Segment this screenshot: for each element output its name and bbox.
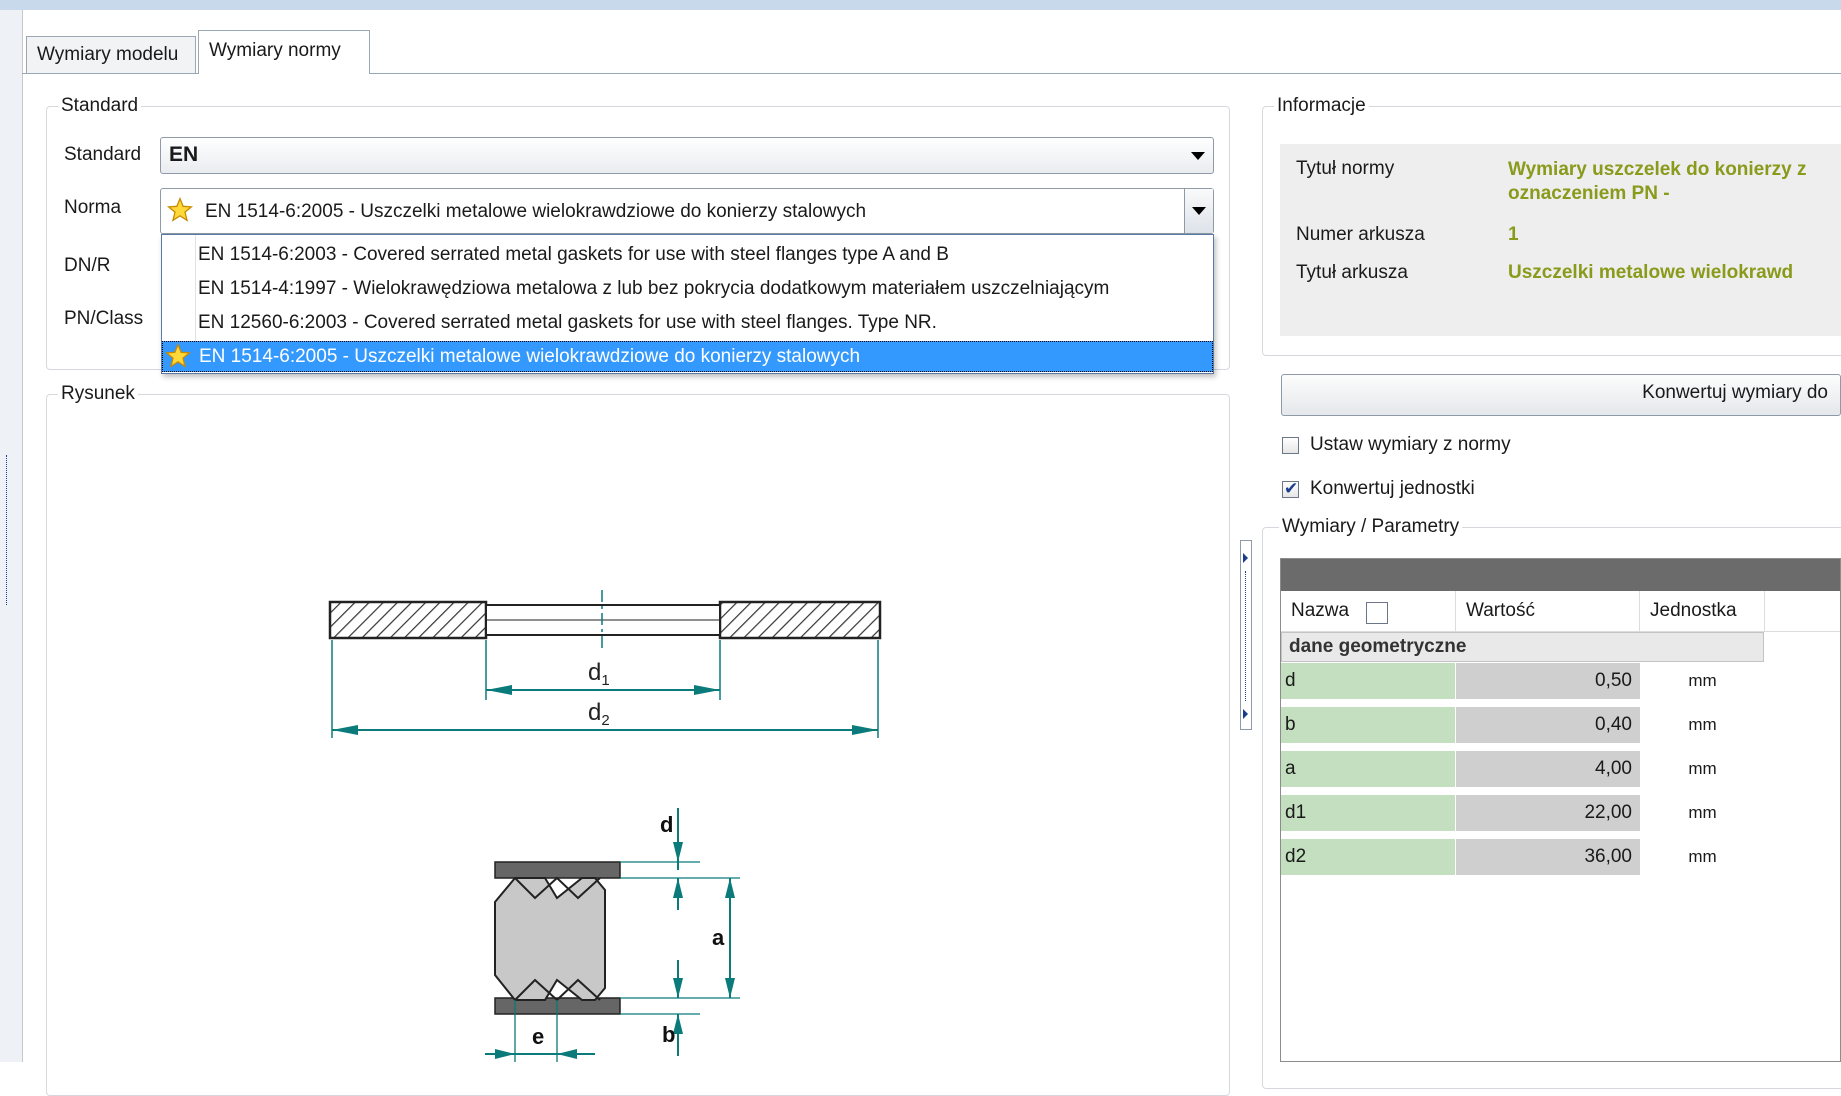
d2-label: d2	[588, 699, 610, 729]
standard-combo-value: EN	[169, 143, 199, 166]
param-name-cell: d	[1281, 663, 1455, 699]
norma-option-selected[interactable]: EN 1514-6:2005 - Uszczelki metalowe wiel…	[162, 341, 1213, 372]
column-header-wartosc[interactable]: Wartość	[1456, 591, 1640, 631]
info-label-sheet-number: Numer arkusza	[1296, 224, 1425, 245]
info-box: Tytuł normy Wymiary uszczelek do konierz…	[1280, 144, 1841, 336]
param-value-cell[interactable]: 36,00	[1456, 839, 1640, 875]
params-grid[interactable]: Nazwa Wartość Jednostka dane geometryczn…	[1280, 558, 1841, 1062]
params-group-legend: Wymiary / Parametry	[1279, 516, 1463, 538]
table-row[interactable]: d2 36,00 mm	[1281, 839, 1765, 875]
grid-header-row: Nazwa Wartość Jednostka	[1281, 591, 1840, 632]
e-label: e	[532, 1024, 544, 1049]
param-unit-cell: mm	[1688, 847, 1717, 866]
checkbox-convert-units-label: Konwertuj jednostki	[1310, 478, 1475, 499]
panel-splitter[interactable]	[1240, 540, 1252, 730]
expand-right-icon	[1243, 553, 1248, 563]
splitter-grip	[1245, 571, 1247, 701]
chevron-down-icon	[1191, 151, 1205, 160]
param-unit-cell: mm	[1688, 759, 1717, 778]
info-value-title: Wymiary uszczelek do konierzy z oznaczen…	[1508, 159, 1807, 204]
table-row[interactable]: d 0,50 mm	[1281, 663, 1765, 701]
param-unit-cell: mm	[1688, 671, 1717, 690]
chevron-down-icon	[1192, 207, 1206, 215]
expand-right-icon	[1243, 709, 1248, 719]
norma-combo[interactable]: EN 1514-6:2005 - Uszczelki metalowe wiel…	[160, 188, 1214, 234]
norma-combo-value: EN 1514-6:2005 - Uszczelki metalowe wiel…	[205, 201, 867, 222]
param-value-cell[interactable]: 0,50	[1456, 663, 1640, 699]
param-name-cell: b	[1281, 707, 1455, 743]
param-value-cell[interactable]: 0,40	[1456, 707, 1640, 743]
convert-dimensions-button[interactable]: Konwertuj wymiary do	[1281, 374, 1841, 416]
grid-group-panel	[1281, 559, 1840, 591]
a-label: a	[712, 925, 725, 950]
info-value-sheet-title: Uszczelki metalowe wielokrawd	[1508, 262, 1794, 283]
drawing-group-legend: Rysunek	[58, 383, 138, 405]
info-value-sheet-number: 1	[1508, 224, 1519, 245]
standard-combo[interactable]: EN	[160, 137, 1214, 174]
table-row[interactable]: b 0,40 mm	[1281, 707, 1765, 743]
tab-wymiary-normy[interactable]: Wymiary normy	[198, 30, 370, 74]
left-splitter-grip[interactable]	[6, 455, 13, 605]
window-top-bar	[0, 0, 1841, 10]
norma-option[interactable]: EN 1514-4:1997 - Wielokrawędziowa metalo…	[162, 274, 1213, 303]
checkbox-set-dimensions-label: Ustaw wymiary z normy	[1310, 434, 1511, 455]
param-value-cell[interactable]: 4,00	[1456, 751, 1640, 787]
standard-label: Standard	[64, 144, 142, 165]
info-group-legend: Informacje	[1274, 95, 1369, 117]
favorite-star-icon	[167, 197, 193, 222]
standard-group-legend: Standard	[58, 95, 142, 117]
norma-option[interactable]: EN 1514-6:2003 - Covered serrated metal …	[162, 240, 1213, 269]
b-label: b	[662, 1022, 675, 1047]
left-collapse-strip[interactable]	[0, 10, 23, 1062]
grid-group-row[interactable]: dane geometryczne	[1281, 632, 1764, 662]
param-unit-cell: mm	[1688, 803, 1717, 822]
param-unit-cell: mm	[1688, 715, 1717, 734]
info-label-sheet-title: Tytuł arkusza	[1296, 262, 1408, 283]
checkbox-set-dimensions-from-norm[interactable]	[1282, 437, 1299, 454]
param-value-cell[interactable]: 22,00	[1456, 795, 1640, 831]
param-name-cell: d2	[1281, 839, 1455, 875]
checkbox-convert-units[interactable]	[1282, 479, 1299, 499]
column-header-jednostka[interactable]: Jednostka	[1640, 591, 1765, 631]
info-label-title: Tytuł normy	[1296, 158, 1395, 179]
favorite-star-icon	[165, 343, 191, 368]
gasket-drawing: d1 d2 d a b e	[328, 590, 882, 1062]
norma-label: Norma	[64, 197, 122, 218]
table-row[interactable]: d1 22,00 mm	[1281, 795, 1765, 831]
pnclass-label: PN/Class	[64, 308, 144, 329]
param-name-cell: a	[1281, 751, 1455, 787]
norma-combo-button[interactable]	[1184, 189, 1213, 233]
tab-wymiary-modelu[interactable]: Wymiary modelu	[26, 36, 196, 73]
column-filter-checkbox[interactable]	[1366, 602, 1388, 624]
dnr-label: DN/R	[64, 255, 111, 276]
norma-dropdown-list[interactable]: EN 1514-6:2003 - Covered serrated metal …	[161, 234, 1214, 374]
param-name-cell: d1	[1281, 795, 1455, 831]
norma-option[interactable]: EN 12560-6:2003 - Covered serrated metal…	[162, 308, 1213, 337]
table-row[interactable]: a 4,00 mm	[1281, 751, 1765, 787]
d1-label: d1	[588, 659, 610, 689]
d-label: d	[660, 812, 673, 837]
